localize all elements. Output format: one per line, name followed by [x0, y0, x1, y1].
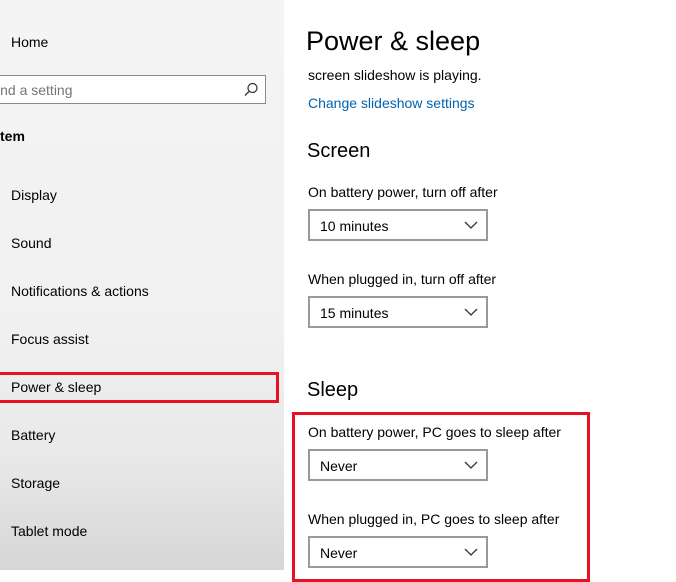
sidebar: Home tem Display Sound Notifications & a… [0, 0, 284, 570]
nav-item-tablet-mode[interactable]: Tablet mode [11, 523, 87, 539]
screen-plugged-value: 15 minutes [320, 305, 389, 321]
chevron-down-icon [464, 308, 478, 316]
slideshow-text: screen slideshow is playing. [308, 67, 482, 83]
page-title: Power & sleep [306, 26, 481, 56]
nav-item-focus-assist[interactable]: Focus assist [11, 331, 89, 347]
nav-item-notifications[interactable]: Notifications & actions [11, 283, 149, 299]
search-box[interactable] [0, 75, 266, 104]
nav-home[interactable]: Home [11, 34, 48, 50]
nav-item-display[interactable]: Display [11, 187, 57, 203]
screen-battery-value: 10 minutes [320, 218, 389, 234]
nav-highlight-box [0, 372, 279, 403]
screen-battery-label: On battery power, turn off after [308, 184, 498, 200]
screen-plugged-select[interactable]: 15 minutes [308, 296, 488, 328]
screen-heading: Screen [307, 140, 371, 162]
change-slideshow-link[interactable]: Change slideshow settings [308, 95, 475, 111]
section-label: tem [0, 128, 25, 144]
search-input[interactable] [0, 82, 227, 98]
sleep-heading: Sleep [307, 379, 359, 401]
nav-item-sound[interactable]: Sound [11, 235, 51, 251]
nav-item-battery[interactable]: Battery [11, 427, 55, 443]
screen-battery-select[interactable]: 10 minutes [308, 209, 488, 241]
screen-plugged-label: When plugged in, turn off after [308, 271, 497, 287]
sleep-highlight-box [292, 412, 590, 582]
chevron-down-icon [464, 221, 478, 229]
search-icon[interactable] [242, 81, 260, 99]
nav-item-storage[interactable]: Storage [11, 475, 60, 491]
